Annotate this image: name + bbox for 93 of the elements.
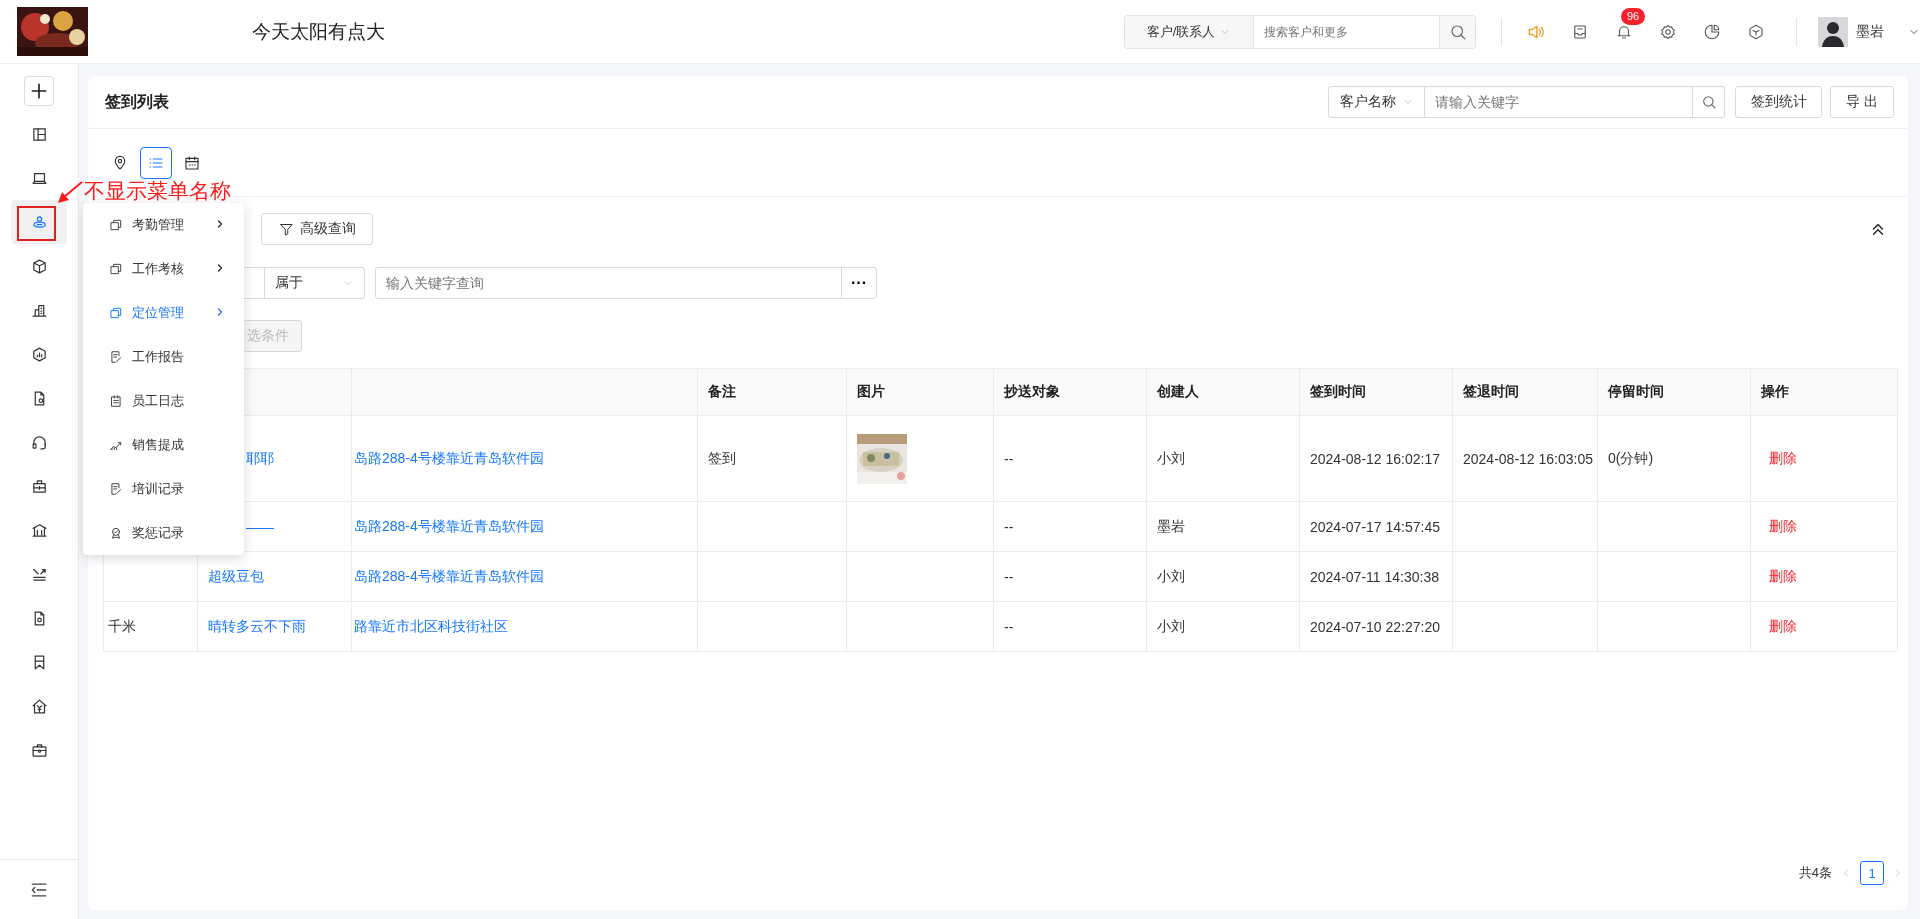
location-pin-icon [112, 154, 128, 171]
bank-icon [30, 521, 48, 539]
hexagon-icon [30, 345, 48, 363]
annotation-text: 不显示菜单名称 [84, 178, 231, 205]
calendar-icon [184, 154, 200, 171]
report-icon [109, 350, 123, 364]
delete-link[interactable]: 删除 [1769, 617, 1797, 634]
report-icon [109, 482, 123, 496]
menu-item[interactable]: 工作考核 [83, 247, 244, 291]
search-button[interactable] [1693, 86, 1725, 118]
app-title: 今天太阳有点大 [252, 19, 385, 44]
add-button[interactable] [24, 76, 54, 106]
avatar [1818, 16, 1848, 47]
cube-icon [30, 257, 48, 275]
table-cell: 2024-07-10 22:27:20 [1299, 601, 1453, 652]
settings-icon [1659, 22, 1677, 41]
table-cell: 2024-08-12 16:03:05 [1452, 415, 1598, 502]
customer-link[interactable]: 耶耶 [246, 449, 274, 466]
briefcase-icon [30, 741, 48, 759]
menu-item[interactable]: 销售提成 [83, 423, 244, 467]
address-link[interactable]: 岛路288-4号楼靠近青岛软件园 [354, 517, 544, 534]
notepad-icon [109, 394, 123, 408]
toolbar-button[interactable]: 导 出 [1830, 86, 1894, 118]
delete-link[interactable]: 删除 [1769, 517, 1797, 534]
toolbar-button[interactable]: 签到统计 [1735, 86, 1822, 118]
table-cell: -- [993, 601, 1147, 652]
keyword-field[interactable]: 请输入关键字 [1425, 86, 1693, 118]
total-count: 共4条 [1798, 864, 1832, 882]
operator-dropdown[interactable]: 属于 [265, 267, 365, 299]
pie-chart-icon [1703, 22, 1721, 41]
column-header: 备注 [697, 368, 847, 416]
cube-icon [1747, 22, 1765, 41]
address-link[interactable]: 岛路288-4号楼靠近青岛软件园 [354, 449, 544, 466]
layout-icon [30, 125, 48, 143]
annotation-arrow [58, 181, 83, 203]
menu-item[interactable]: 培训记录 [83, 467, 244, 511]
notification-button[interactable]: 96 [1602, 9, 1646, 54]
column-header: 停留时间 [1597, 368, 1751, 416]
keyword-field[interactable]: 输入关键字查询 [375, 267, 842, 299]
scope-dropdown[interactable]: 客户/联系人 [1125, 15, 1254, 48]
search-icon [1700, 94, 1717, 110]
table-cell: 千米 [103, 601, 198, 652]
house-icon [30, 697, 48, 715]
copy-icon [109, 262, 123, 276]
table-cell: -- [993, 551, 1147, 602]
column-header: 抄送对象 [993, 368, 1147, 416]
customer-link[interactable]: —— [246, 518, 274, 535]
table-cell: 2024-07-11 14:30:38 [1299, 551, 1453, 602]
notification-badge: 96 [1621, 7, 1646, 25]
bag-icon [30, 477, 48, 495]
table-cell: -- [993, 501, 1147, 552]
table-cell: -- [993, 415, 1147, 502]
search-bar[interactable]: 客户/联系人 搜索客户和更多 [1124, 14, 1476, 49]
search-icon [1448, 22, 1467, 41]
advanced-search-button[interactable]: 高级查询 [261, 213, 373, 245]
page-button[interactable]: 1 [1860, 861, 1884, 885]
menu-item[interactable]: 考勤管理 [83, 203, 244, 247]
award-icon [109, 526, 123, 540]
menu-item[interactable]: 奖惩记录 [83, 511, 244, 555]
user-orbit-icon [30, 213, 48, 231]
plus-icon [29, 81, 49, 101]
customer-link[interactable]: 超级豆包 [208, 567, 264, 584]
table-cell: 小刘 [1146, 601, 1300, 652]
table-cell: 0(分钟) [1597, 415, 1751, 502]
inbox-icon [1571, 22, 1589, 41]
delete-link[interactable]: 删除 [1769, 567, 1797, 584]
search-button[interactable] [1439, 15, 1475, 48]
filter-icon [278, 221, 294, 237]
column-header: 签到时间 [1299, 368, 1453, 416]
copy-icon [109, 306, 123, 320]
table-cell: 2024-08-12 16:02:17 [1299, 415, 1453, 502]
column-header: 创建人 [1146, 368, 1300, 416]
column-header: 图片 [846, 368, 994, 416]
delete-link[interactable]: 删除 [1769, 449, 1797, 466]
field-dropdown[interactable]: 客户名称 [1328, 86, 1425, 118]
copy-icon [109, 218, 123, 232]
more-button[interactable]: ··· [841, 267, 877, 299]
page-title: 签到列表 [105, 91, 169, 112]
column-header: 签退时间 [1452, 368, 1598, 416]
column-header: 操作 [1750, 368, 1898, 416]
menu-item[interactable]: 员工日志 [83, 379, 244, 423]
menu-item[interactable]: 定位管理 [83, 291, 244, 335]
headset-icon [30, 433, 48, 451]
annotation-box [17, 206, 56, 241]
table-cell: 签到 [697, 415, 847, 502]
table-cell: 墨岩 [1146, 501, 1300, 552]
address-link[interactable]: 路靠近市北区科技街社区 [354, 617, 508, 634]
address-link[interactable]: 岛路288-4号楼靠近青岛软件园 [354, 567, 544, 584]
table-cell: 小刘 [1146, 415, 1300, 502]
table-cell: 2024-07-17 14:57:45 [1299, 501, 1453, 552]
menu-item[interactable]: 工作报告 [83, 335, 244, 379]
table-cell: 小刘 [1146, 551, 1300, 602]
user-menu[interactable]: 墨岩 [1818, 16, 1920, 47]
